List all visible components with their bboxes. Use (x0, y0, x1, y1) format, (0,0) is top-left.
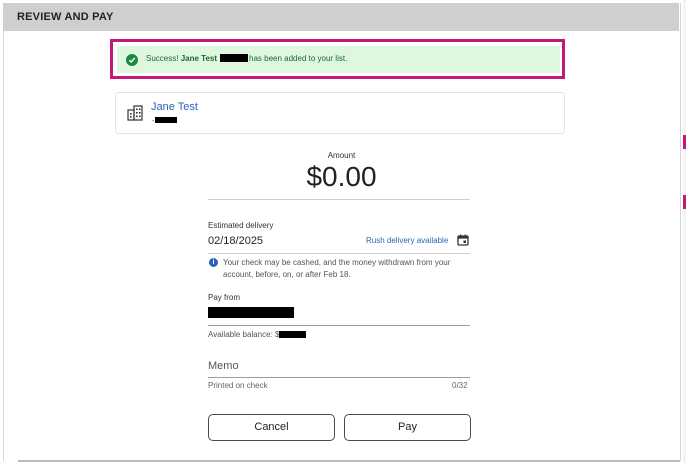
memo-helper-text: Printed on check (208, 381, 268, 390)
available-balance: Available balance: $ (208, 330, 307, 339)
rush-delivery-link[interactable]: Rush delivery available (366, 236, 448, 245)
amount-label: Amount (327, 151, 356, 160)
redacted-block (155, 117, 178, 123)
success-prefix: Success! (146, 54, 179, 63)
delivery-info-text: Your check may be cashed, and the money … (223, 258, 451, 279)
building-icon (127, 105, 143, 126)
success-payee-name: Jane Test (180, 54, 218, 63)
memo-field[interactable]: Memo (208, 360, 239, 372)
redacted-block (220, 54, 249, 62)
payee-sub-prefix: - (152, 118, 155, 125)
memo-char-counter: 0/32 (452, 381, 468, 390)
pay-button[interactable]: Pay (344, 414, 471, 441)
payee-account: - (152, 117, 178, 125)
pay-from-label: Pay from (208, 293, 241, 302)
success-message: Success! Jane Test has been added to your… (146, 54, 347, 63)
success-banner: Success! Jane Test has been added to your… (117, 46, 560, 73)
info-icon: i (209, 258, 218, 267)
delivery-underline (208, 253, 470, 254)
success-suffix: has been added to your list. (249, 54, 348, 63)
bottom-divider (18, 460, 680, 462)
payee-name[interactable]: Jane Test (151, 101, 198, 113)
cancel-button[interactable]: Cancel (208, 414, 335, 441)
estimated-delivery-label: Estimated delivery (208, 221, 274, 230)
pay-from-underline (208, 325, 470, 326)
memo-underline (208, 377, 470, 378)
header-bar: REVIEW AND PAY (3, 3, 679, 31)
available-balance-label: Available balance: $ (208, 330, 280, 339)
pay-from-account-select[interactable] (208, 307, 294, 318)
amount-underline (208, 199, 470, 200)
page-title: REVIEW AND PAY (17, 11, 114, 23)
calendar-icon[interactable] (457, 233, 469, 251)
payee-card[interactable]: Jane Test - (115, 92, 565, 134)
amount-value[interactable]: $0.00 (0, 161, 683, 193)
check-circle-icon (126, 54, 138, 66)
redacted-block (279, 331, 307, 338)
estimated-delivery-date[interactable]: 02/18/2025 (208, 235, 263, 247)
